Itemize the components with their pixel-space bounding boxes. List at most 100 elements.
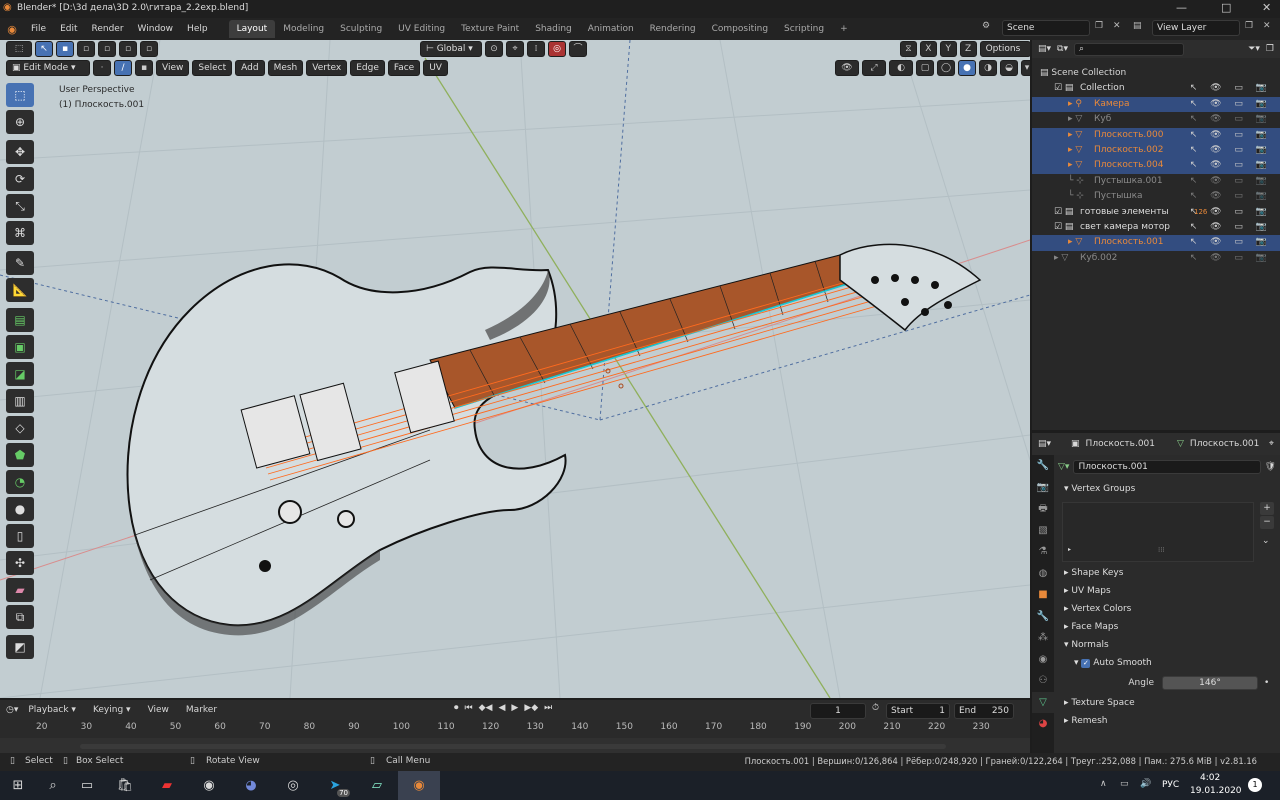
world-tab-icon[interactable]: ◍ [1032,563,1054,585]
outliner-row[interactable]: └ ⊹ Пустышка.001 ↖ 👁 ▭ 📷 [1032,174,1280,189]
menu-keying[interactable]: Keying ▾ [86,701,138,719]
shrink-fatten-tool-icon[interactable]: ✣ [6,551,34,575]
modifier-tab-icon[interactable]: 🔧 [1032,606,1054,628]
task-view-icon[interactable]: ▭ [70,771,104,800]
pivot-icon[interactable]: ⊙ [485,41,503,57]
rendered-shading-icon[interactable]: ◒ [1000,60,1018,76]
mirror-x-button[interactable]: X [919,41,937,57]
prev-keyframe-icon[interactable]: ◆◀ [479,703,493,713]
visibility-toggles[interactable]: ↖ 👁 ▭ 📷 [1190,251,1272,266]
group-specials-icon[interactable]: ⌄ [1262,536,1270,546]
record-icon[interactable]: ⏺ [454,703,459,713]
auto-smooth-checkbox[interactable]: ✓ [1081,659,1091,668]
play-reverse-icon[interactable]: ◀ [498,703,505,713]
overlay-icon[interactable]: ◐ [889,60,913,76]
menu-file[interactable]: File [24,20,53,38]
tool-tab-icon[interactable]: 🔧 [1032,455,1054,477]
select-box-tool-icon[interactable]: ⬚ [6,83,34,107]
outliner-filter-icon[interactable]: ⏷▾ [1248,44,1260,54]
telegram-app-icon[interactable]: ➤ 70 [314,771,356,800]
visibility-toggles[interactable]: ↖ 👁 ▭ 📷 [1190,220,1272,235]
menu-select[interactable]: Select [192,60,233,76]
menu-marker[interactable]: Marker [179,701,224,719]
select-intersect-icon[interactable]: ▫ [140,41,158,57]
jump-end-icon[interactable]: ⏭ [544,703,552,713]
panel-uv-maps[interactable]: ▸ UV Maps [1058,582,1276,600]
outliner-row[interactable]: ▸ ▽ Плоскость.004 ↖ 👁 ▭ 📷 [1032,158,1280,174]
network-icon[interactable]: ▭ [1120,779,1129,789]
tab-rendering[interactable]: Rendering [642,20,704,38]
select-mode-icon[interactable]: ↖ [35,41,53,57]
outliner-row[interactable]: └ ⊹ Пустышка ↖ 👁 ▭ 📷 [1032,189,1280,204]
mirror-y-button[interactable]: Y [939,41,957,57]
maximize-button[interactable]: □ [1221,1,1231,14]
preview-range-icon[interactable]: ⏱ [872,703,879,713]
menu-window[interactable]: Window [131,20,181,38]
tab-layout[interactable]: Layout [228,20,276,38]
clock-time[interactable]: 4:02 [1200,773,1220,783]
discord-app-icon[interactable]: ◕ [230,771,272,800]
view-layer-icon[interactable]: ▤ [1133,21,1142,31]
knife-tool-icon[interactable]: ◇ [6,416,34,440]
vertex-select-icon[interactable]: · [93,60,111,76]
outliner-editor-icon[interactable]: ▤▾ [1038,44,1051,54]
visibility-toggles[interactable]: ↖ 👁 ▭ 📷 [1190,235,1272,250]
editor-type-icon[interactable]: ⬚ [6,41,32,57]
menu-edit[interactable]: Edit [53,20,84,38]
close-button[interactable]: ✕ [1262,1,1271,14]
next-keyframe-icon[interactable]: ▶◆ [524,703,538,713]
select-invert-icon[interactable]: ▫ [119,41,137,57]
properties-editor-icon[interactable]: ▤▾ [1038,439,1051,449]
menu-help[interactable]: Help [180,20,215,38]
shear-tool-icon[interactable]: ▰ [6,578,34,602]
visibility-toggles[interactable]: ↖ 👁 ▭ 📷 [1190,97,1272,112]
orientation-dropdown[interactable]: ⊢ Global ▾ [420,41,482,57]
shading-options-icon[interactable]: ▾ [1021,60,1030,76]
mirror-z-button[interactable]: Z [959,41,977,57]
measure-tool-icon[interactable]: 📐 [6,278,34,302]
visibility-toggles[interactable]: ↖ 👁 ▭ 📷 [1190,189,1272,204]
tab-animation[interactable]: Animation [580,20,642,38]
face-select-icon[interactable]: ▪ [135,60,153,76]
mesh-data-tab-icon[interactable]: ▽ [1032,691,1054,713]
visibility-toggles[interactable]: ↖ 👁 ▭ 📷 [1190,112,1272,127]
angle-field[interactable]: 146° [1162,676,1258,690]
outliner-search-input[interactable]: ⌕ [1073,42,1184,56]
select-extend-icon[interactable]: ▫ [77,41,95,57]
delete-view-layer-icon[interactable]: ✕ [1263,21,1271,31]
visibility-toggles[interactable]: ↖ 👁 ▭ 📷 [1190,174,1272,189]
material-shading-icon[interactable]: ◑ [979,60,997,76]
windows-start-icon[interactable]: ⊞ [0,771,36,800]
menu-add[interactable]: Add [235,60,265,76]
mode-dropdown[interactable]: ▣ Edit Mode ▾ [6,60,90,76]
auto-smooth-row[interactable]: ▾ ✓ Auto Smooth [1058,654,1276,672]
falloff-icon[interactable]: ⌒ [569,41,587,57]
annotate-tool-icon[interactable]: ✎ [6,251,34,275]
spin-tool-icon[interactable]: ◔ [6,470,34,494]
language-indicator[interactable]: РУС [1162,780,1179,790]
outliner-display-mode-icon[interactable]: ⧉▾ [1057,44,1068,54]
outliner-row[interactable]: ▸ ▽ Плоскость.002 ↖ 👁 ▭ 📷 [1032,142,1280,159]
rip-tool-icon[interactable]: ⧉ [6,605,34,629]
menu-mesh[interactable]: Mesh [267,60,304,76]
physics-tab-icon[interactable]: ◉ [1032,649,1054,671]
add-group-icon[interactable]: + [1260,502,1274,515]
outliner-row[interactable]: ▸ ▽ Куб ↖ 👁 ▭ 📷 [1032,112,1280,127]
edge-slide-tool-icon[interactable]: ▯ [6,524,34,548]
poly-build-tool-icon[interactable]: ⬟ [6,443,34,467]
scale-tool-icon[interactable]: ⤡ [6,194,34,218]
visibility-icon[interactable]: 👁 [835,60,859,76]
scene-tab-icon[interactable]: ⚗ [1032,541,1054,563]
snap-toggle-icon[interactable]: ◩ [6,635,34,659]
outliner-row[interactable]: ▸ ▽ Плоскость.000 ↖ 👁 ▭ 📷 [1032,127,1280,143]
menu-playback[interactable]: Playback ▾ [21,701,83,719]
scene-field[interactable]: Scene [1002,20,1090,36]
panel-vertex-groups[interactable]: ▾ Vertex Groups [1058,480,1276,498]
outliner-row[interactable]: ▸ ▽ Куб.002 ↖ 👁 ▭ 📷 [1032,251,1280,266]
panel-normals[interactable]: ▾ Normals [1058,636,1276,654]
cursor-tool-icon[interactable]: ⊕ [6,110,34,134]
panel-vertex-colors[interactable]: ▸ Vertex Colors [1058,600,1276,618]
notification-badge[interactable]: 1 [1248,778,1262,792]
fake-user-icon[interactable]: 🛡 [1265,462,1276,472]
inset-tool-icon[interactable]: ▣ [6,335,34,359]
